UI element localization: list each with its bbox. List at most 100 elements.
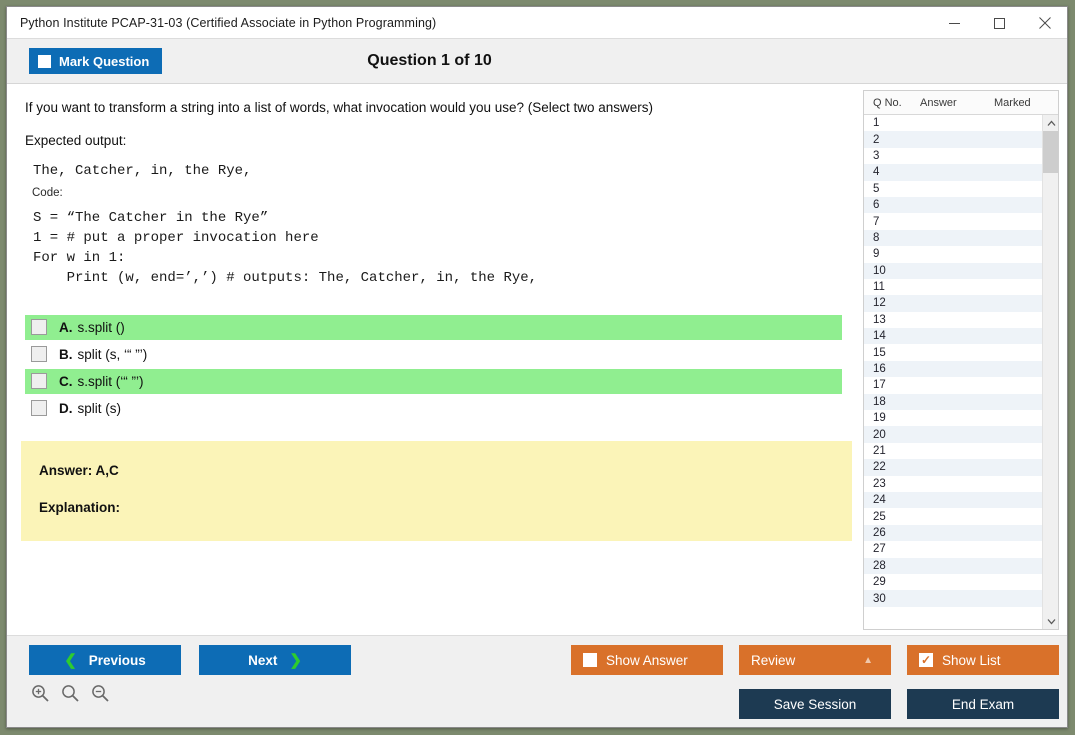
code-label: Code:	[32, 187, 842, 199]
close-icon[interactable]	[1022, 7, 1067, 39]
question-list-row[interactable]: 11	[864, 279, 1042, 295]
option-checkbox[interactable]	[31, 319, 47, 335]
previous-button[interactable]: ❮ Previous	[29, 645, 181, 675]
option-letter: C.	[59, 374, 73, 389]
column-header-marked: Marked	[994, 97, 1054, 109]
question-list-row[interactable]: 5	[864, 181, 1042, 197]
option-letter: A.	[59, 320, 73, 335]
next-button[interactable]: Next ❯	[199, 645, 351, 675]
show-answer-button[interactable]: Show Answer	[571, 645, 723, 675]
code-snippet: S = “The Catcher in the Rye” 1 = # put a…	[33, 209, 842, 289]
question-number: 19	[864, 412, 917, 424]
question-list-row[interactable]: 28	[864, 558, 1042, 574]
option-checkbox[interactable]	[31, 373, 47, 389]
show-list-checkbox[interactable]: ✓	[919, 653, 933, 667]
question-list-row[interactable]: 30	[864, 590, 1042, 606]
question-list-row[interactable]: 18	[864, 394, 1042, 410]
question-list-panel: Q No. Answer Marked 12345678910111213141…	[863, 90, 1059, 630]
question-number: 16	[864, 363, 917, 375]
question-list-row[interactable]: 16	[864, 361, 1042, 377]
scroll-down-icon[interactable]	[1043, 613, 1059, 629]
question-list-row[interactable]: 23	[864, 476, 1042, 492]
question-list-row[interactable]: 26	[864, 525, 1042, 541]
mark-question-checkbox[interactable]	[38, 55, 51, 68]
question-list-row[interactable]: 15	[864, 344, 1042, 360]
mark-question-button[interactable]: Mark Question	[29, 48, 162, 74]
question-list-row[interactable]: 29	[864, 574, 1042, 590]
question-number: 26	[864, 527, 917, 539]
previous-label: Previous	[89, 653, 146, 668]
question-list-row[interactable]: 19	[864, 410, 1042, 426]
maximize-icon[interactable]	[977, 7, 1022, 39]
question-list-row[interactable]: 7	[864, 213, 1042, 229]
option-row-c[interactable]: C. s.split (‘“ ”’)	[25, 369, 842, 394]
show-answer-label: Show Answer	[606, 653, 688, 668]
question-list-scrollbar[interactable]	[1042, 115, 1058, 629]
question-list-row[interactable]: 14	[864, 328, 1042, 344]
question-list-row[interactable]: 1	[864, 115, 1042, 131]
option-letter: D.	[59, 401, 73, 416]
option-text: split (s)	[78, 401, 122, 416]
option-checkbox[interactable]	[31, 400, 47, 416]
question-list-rows: 1234567891011121314151617181920212223242…	[864, 115, 1042, 629]
question-list-body: 1234567891011121314151617181920212223242…	[864, 115, 1058, 629]
option-text: s.split ()	[78, 320, 125, 335]
show-list-button[interactable]: ✓ Show List	[907, 645, 1059, 675]
answer-line: Answer: A,C	[39, 463, 852, 478]
question-number: 23	[864, 478, 917, 490]
question-number: 7	[864, 216, 917, 228]
question-list-row[interactable]: 22	[864, 459, 1042, 475]
exam-application-window: Python Institute PCAP-31-03 (Certified A…	[6, 6, 1068, 728]
question-number: 30	[864, 593, 917, 605]
question-list-row[interactable]: 20	[864, 426, 1042, 442]
question-list-row[interactable]: 6	[864, 197, 1042, 213]
question-list-row[interactable]: 13	[864, 312, 1042, 328]
show-answer-checkbox[interactable]	[583, 653, 597, 667]
question-number: 14	[864, 330, 917, 342]
question-number: 28	[864, 560, 917, 572]
question-number: 5	[864, 183, 917, 195]
question-number: 25	[864, 511, 917, 523]
question-list-row[interactable]: 24	[864, 492, 1042, 508]
question-prompt: If you want to transform a string into a…	[25, 98, 842, 118]
expected-output-code: The, Catcher, in, the Rye,	[33, 162, 842, 182]
option-row-a[interactable]: A. s.split ()	[25, 315, 842, 340]
zoom-in-icon[interactable]	[31, 684, 50, 708]
question-number: 29	[864, 576, 917, 588]
question-number: 3	[864, 150, 917, 162]
question-list-row[interactable]: 27	[864, 541, 1042, 557]
footer-toolbar: ❮ Previous Next ❯ Show Answer Review ▲ ✓…	[7, 635, 1067, 727]
question-list-header: Q No. Answer Marked	[864, 91, 1058, 115]
scroll-up-icon[interactable]	[1043, 115, 1059, 131]
window-title: Python Institute PCAP-31-03 (Certified A…	[7, 16, 436, 30]
zoom-out-icon[interactable]	[91, 684, 110, 708]
question-list-row[interactable]: 4	[864, 164, 1042, 180]
question-list-row[interactable]: 9	[864, 246, 1042, 262]
question-list-row[interactable]: 21	[864, 443, 1042, 459]
question-list-row[interactable]: 3	[864, 148, 1042, 164]
save-session-label: Save Session	[774, 697, 857, 712]
question-list-row[interactable]: 12	[864, 295, 1042, 311]
save-session-button[interactable]: Save Session	[739, 689, 891, 719]
question-number: 4	[864, 166, 917, 178]
minimize-icon[interactable]	[932, 7, 977, 39]
chevron-left-icon: ❮	[64, 651, 77, 669]
review-dropdown[interactable]: Review ▲	[739, 645, 891, 675]
question-list-row[interactable]: 25	[864, 508, 1042, 524]
option-text: s.split (‘“ ”’)	[78, 374, 144, 389]
scrollbar-thumb[interactable]	[1043, 131, 1059, 173]
option-row-d[interactable]: D. split (s)	[25, 396, 842, 421]
question-list-row[interactable]: 8	[864, 230, 1042, 246]
zoom-reset-icon[interactable]	[61, 684, 80, 708]
end-exam-button[interactable]: End Exam	[907, 689, 1059, 719]
question-list-row[interactable]: 10	[864, 263, 1042, 279]
question-list-row[interactable]: 2	[864, 131, 1042, 147]
option-checkbox[interactable]	[31, 346, 47, 362]
question-number: 20	[864, 429, 917, 441]
next-label: Next	[248, 653, 277, 668]
option-row-b[interactable]: B.split (s, ‘“ ”’)	[25, 342, 842, 367]
explanation-line: Explanation:	[39, 500, 852, 515]
question-number: 24	[864, 494, 917, 506]
question-list-row[interactable]: 17	[864, 377, 1042, 393]
question-number: 6	[864, 199, 917, 211]
